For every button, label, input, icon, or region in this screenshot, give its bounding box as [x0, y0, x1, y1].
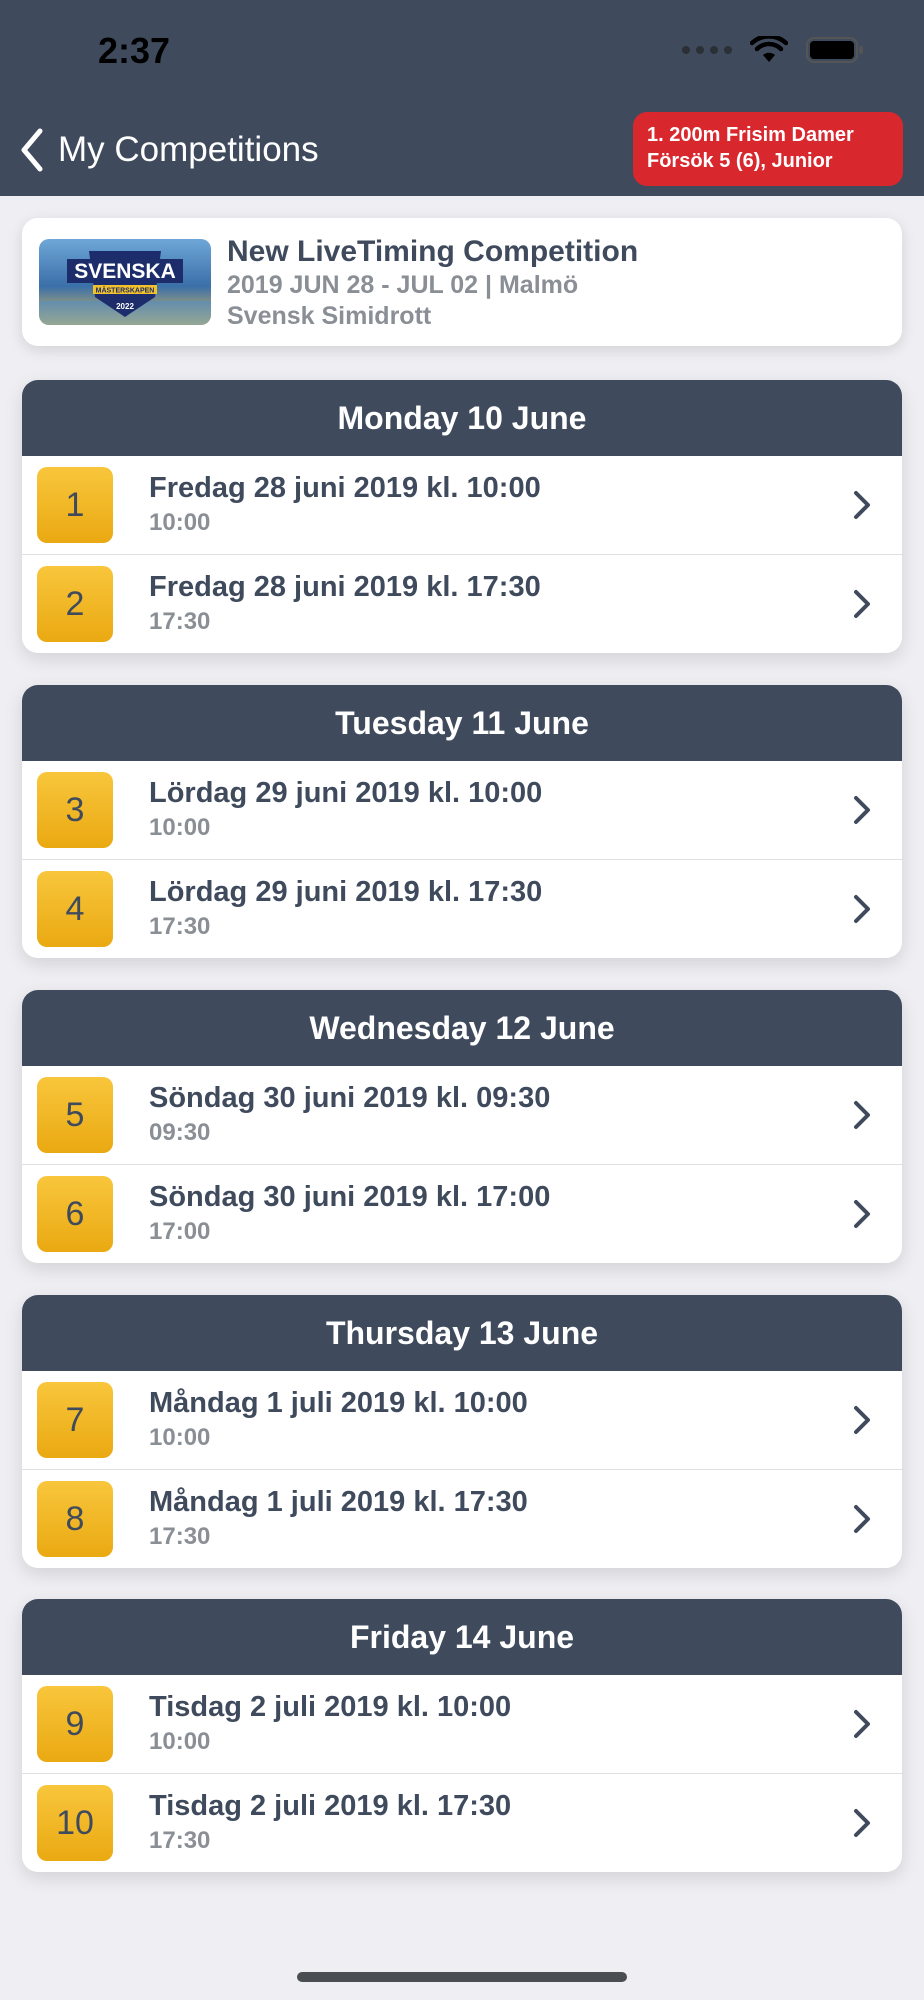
status-icons [682, 36, 864, 64]
cellular-signal-icon [682, 46, 732, 54]
day-section: Tuesday 11 June 3 Lördag 29 juni 2019 kl… [22, 685, 902, 958]
app-screen: 2:37 My Competitions 1. 200m Frisim Dame… [0, 0, 924, 2000]
competition-logo: SVENSKA MÄSTERSKAPEN 2022 [39, 239, 211, 325]
back-button[interactable]: My Competitions [16, 122, 319, 178]
chevron-right-icon [852, 1808, 872, 1838]
competition-title: New LiveTiming Competition [227, 235, 639, 268]
svg-text:MÄSTERSKAPEN: MÄSTERSKAPEN [96, 287, 155, 295]
session-title: Lördag 29 juni 2019 kl. 10:00 [149, 777, 543, 809]
session-row[interactable]: 2 Fredag 28 juni 2019 kl. 17:30 17:30 [22, 554, 902, 652]
session-title: Lördag 29 juni 2019 kl. 17:30 [149, 876, 543, 908]
session-number-badge: 3 [37, 772, 113, 848]
session-title: Tisdag 2 juli 2019 kl. 17:30 [149, 1790, 512, 1822]
chevron-right-icon [852, 1709, 872, 1739]
live-event-badge[interactable]: 1. 200m Frisim Damer Försök 5 (6), Junio… [633, 112, 903, 186]
session-time: 10:00 [149, 814, 211, 841]
chevron-right-icon [852, 490, 872, 520]
day-header: Tuesday 11 June [22, 685, 902, 761]
svg-text:2022: 2022 [116, 302, 134, 311]
day-section: Thursday 13 June 7 Måndag 1 juli 2019 kl… [22, 1295, 902, 1568]
competition-info: New LiveTiming Competition 2019 JUN 28 -… [227, 234, 638, 332]
day-header: Thursday 13 June [22, 1295, 902, 1371]
session-row[interactable]: 10 Tisdag 2 juli 2019 kl. 17:30 17:30 [22, 1773, 902, 1871]
session-time: 17:30 [149, 913, 211, 940]
chevron-right-icon [852, 795, 872, 825]
chevron-right-icon [852, 1504, 872, 1534]
session-number-badge: 1 [37, 467, 113, 543]
session-number-badge: 4 [37, 871, 113, 947]
day-header: Monday 10 June [22, 380, 902, 456]
session-time: 10:00 [149, 509, 211, 536]
session-time: 10:00 [149, 1728, 211, 1755]
session-row[interactable]: 5 Söndag 30 juni 2019 kl. 09:30 09:30 [22, 1066, 902, 1164]
battery-icon [806, 36, 864, 64]
competition-organizer: Svensk Simidrott [227, 302, 432, 330]
session-title: Tisdag 2 juli 2019 kl. 10:00 [149, 1691, 512, 1723]
session-title: Fredag 28 juni 2019 kl. 10:00 [149, 472, 541, 504]
status-time: 2:37 [98, 30, 171, 71]
session-row[interactable]: 4 Lördag 29 juni 2019 kl. 17:30 17:30 [22, 859, 902, 957]
session-title: Söndag 30 juni 2019 kl. 09:30 [149, 1082, 551, 1114]
session-number-badge: 6 [37, 1176, 113, 1252]
session-number-badge: 2 [37, 566, 113, 642]
chevron-right-icon [852, 1199, 872, 1229]
session-number-badge: 8 [37, 1481, 113, 1557]
navigation-bar: 2:37 My Competitions 1. 200m Frisim Dame… [0, 0, 924, 196]
back-button-label: My Competitions [58, 130, 319, 169]
home-indicator[interactable] [297, 1972, 627, 1982]
session-title: Måndag 1 juli 2019 kl. 10:00 [149, 1387, 528, 1419]
chevron-right-icon [852, 1100, 872, 1130]
session-time: 17:30 [149, 1523, 211, 1550]
svg-text:SVENSKA: SVENSKA [74, 260, 176, 283]
session-row[interactable]: 7 Måndag 1 juli 2019 kl. 10:00 10:00 [22, 1371, 902, 1469]
day-section: Wednesday 12 June 5 Söndag 30 juni 2019 … [22, 990, 902, 1263]
session-title: Måndag 1 juli 2019 kl. 17:30 [149, 1486, 528, 1518]
session-number-badge: 5 [37, 1077, 113, 1153]
day-header: Friday 14 June [22, 1599, 902, 1675]
session-row[interactable]: 3 Lördag 29 juni 2019 kl. 10:00 10:00 [22, 761, 902, 859]
session-row[interactable]: 6 Söndag 30 juni 2019 kl. 17:00 17:00 [22, 1164, 902, 1262]
session-title: Söndag 30 juni 2019 kl. 17:00 [149, 1181, 551, 1213]
session-time: 09:30 [149, 1119, 211, 1146]
chevron-left-icon [16, 127, 48, 173]
session-row[interactable]: 8 Måndag 1 juli 2019 kl. 17:30 17:30 [22, 1469, 902, 1567]
chevron-right-icon [852, 1405, 872, 1435]
session-time: 17:30 [149, 608, 211, 635]
session-row[interactable]: 9 Tisdag 2 juli 2019 kl. 10:00 10:00 [22, 1675, 902, 1773]
session-number-badge: 7 [37, 1382, 113, 1458]
session-time: 17:00 [149, 1218, 211, 1245]
day-section: Monday 10 June 1 Fredag 28 juni 2019 kl.… [22, 380, 902, 653]
competition-dates-location: 2019 JUN 28 - JUL 02 | Malmö [227, 271, 579, 299]
session-number-badge: 9 [37, 1686, 113, 1762]
live-event-line1: 1. 200m Frisim Damer [647, 124, 854, 146]
wifi-icon [750, 36, 788, 64]
live-event-line2: Försök 5 (6), Junior [647, 150, 833, 172]
session-row[interactable]: 1 Fredag 28 juni 2019 kl. 10:00 10:00 [22, 456, 902, 554]
session-title: Fredag 28 juni 2019 kl. 17:30 [149, 571, 541, 603]
chevron-right-icon [852, 894, 872, 924]
day-header: Wednesday 12 June [22, 990, 902, 1066]
day-section: Friday 14 June 9 Tisdag 2 juli 2019 kl. … [22, 1599, 902, 1872]
chevron-right-icon [852, 589, 872, 619]
competition-card[interactable]: SVENSKA MÄSTERSKAPEN 2022 New LiveTiming… [22, 218, 902, 346]
session-number-badge: 10 [37, 1785, 113, 1861]
session-time: 17:30 [149, 1827, 211, 1854]
session-time: 10:00 [149, 1424, 211, 1451]
